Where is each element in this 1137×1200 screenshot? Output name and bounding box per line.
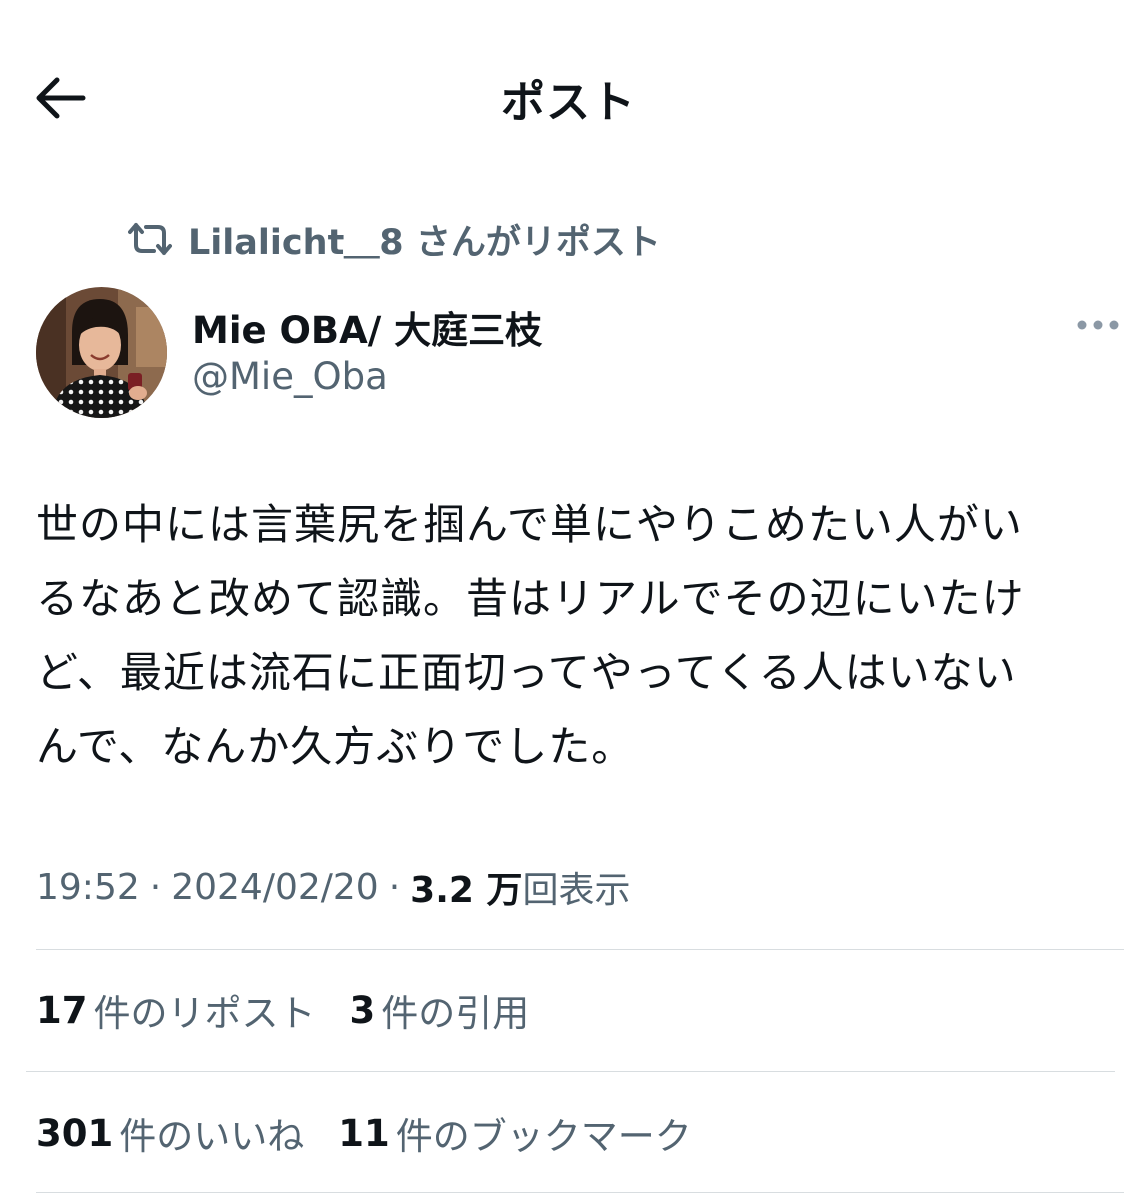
repost-context-text: Lilalicht＿8 さんがリポスト	[188, 222, 661, 263]
divider	[36, 949, 1124, 950]
bookmarks-stat[interactable]: 11 件のブックマーク	[338, 1106, 692, 1160]
repost-icon	[128, 219, 174, 259]
meta-separator: ·	[388, 866, 401, 908]
bookmarks-label: 件のブックマーク	[395, 1115, 692, 1158]
quotes-count: 3	[349, 988, 376, 1032]
tweet-time[interactable]: 19:52	[36, 867, 140, 908]
more-options-button[interactable]	[1068, 306, 1128, 344]
tweet-text: 世の中には言葉尻を掴んで単にやりこめたい人がい るなあと改めて認識。昔はリアルで…	[36, 500, 1025, 771]
stats-row-likes: 301 件のいいね 11 件のブックマーク	[36, 1103, 726, 1163]
quotes-stat[interactable]: 3 件の引用	[350, 983, 530, 1037]
meta-separator: ·	[149, 866, 162, 908]
top-bar: ポスト	[0, 0, 1137, 190]
reposts-stat[interactable]: 17 件のリポスト	[36, 983, 316, 1037]
reposts-count: 17	[36, 988, 88, 1032]
page-title: ポスト	[501, 77, 636, 128]
repost-context[interactable]: Lilalicht＿8 さんがリポスト	[128, 214, 661, 264]
likes-stat[interactable]: 301 件のいいね	[36, 1106, 304, 1160]
tweet-date[interactable]: 2024/02/20	[171, 867, 379, 908]
likes-label: 件のいいね	[119, 1115, 305, 1158]
author-handle[interactable]: @Mie_Oba	[192, 355, 388, 398]
tweet-meta: 19:52 · 2024/02/20 · 3.2 万 回表示	[36, 860, 630, 914]
bookmarks-count: 11	[338, 1111, 390, 1155]
divider	[26, 1071, 1115, 1072]
likes-count: 301	[36, 1111, 114, 1155]
more-icon	[1077, 320, 1119, 330]
stats-row-engagement: 17 件のリポスト 3 件の引用	[36, 980, 563, 1040]
views-label: 回表示	[522, 870, 631, 911]
views-count: 3.2 万	[410, 870, 523, 911]
author-name[interactable]: Mie OBA/ 大庭三枝	[192, 300, 542, 354]
divider	[36, 1192, 1124, 1193]
quotes-label: 件の引用	[381, 992, 530, 1035]
avatar[interactable]	[36, 287, 167, 418]
reposts-label: 件のリポスト	[93, 992, 316, 1035]
